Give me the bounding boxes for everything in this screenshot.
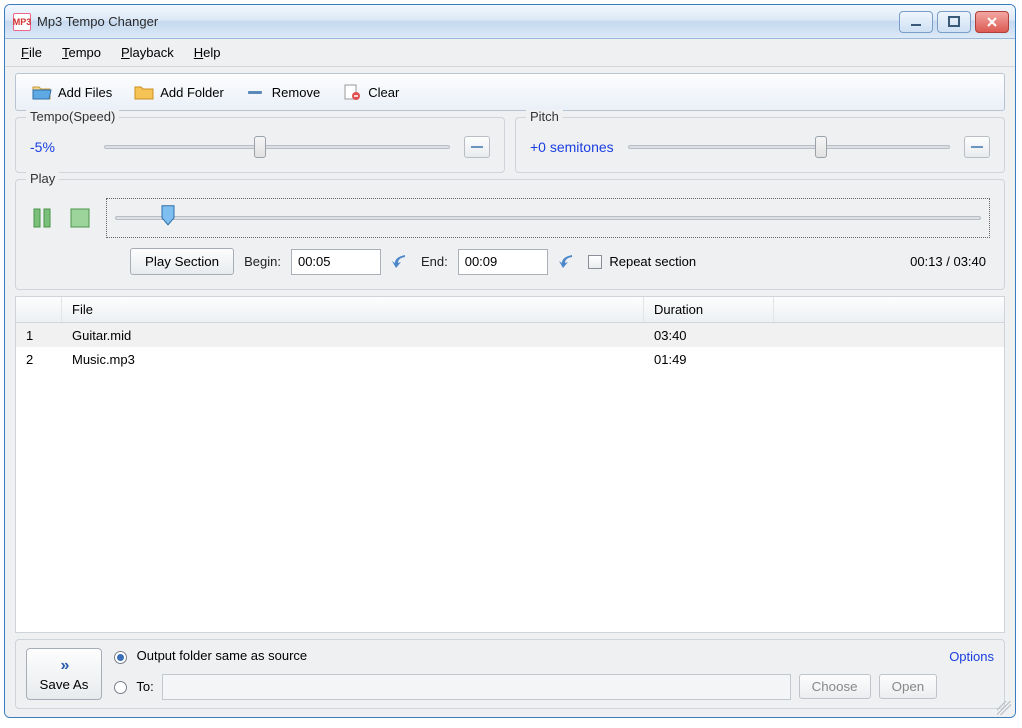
choose-button[interactable]: Choose [799,674,871,699]
time-status: 00:13 / 03:40 [910,254,990,269]
remove-button[interactable]: Remove [236,79,330,105]
tempo-group: Tempo(Speed) -5% [15,117,505,173]
radio-icon [114,681,127,694]
checkbox-icon [588,255,602,269]
toolbar: Add Files Add Folder Remove Clear [15,73,1005,111]
play-section-button[interactable]: Play Section [130,248,234,275]
pitch-group: Pitch +0 semitones [515,117,1005,173]
output-same-label: Output folder same as source [137,648,308,663]
tempo-legend: Tempo(Speed) [26,109,119,124]
table-row[interactable]: 2Music.mp301:49 [16,347,1004,371]
set-end-icon[interactable] [558,253,578,271]
output-same-radio[interactable]: Output folder same as source [114,648,307,663]
pitch-reset-button[interactable] [964,136,990,158]
pitch-slider-thumb[interactable] [815,136,827,158]
table-row[interactable]: 1Guitar.mid03:40 [16,323,1004,347]
repeat-label: Repeat section [609,254,696,269]
radio-icon [114,651,127,664]
add-files-label: Add Files [58,85,112,100]
close-button[interactable] [975,11,1009,33]
titlebar: MP3 Mp3 Tempo Changer [5,5,1015,39]
column-file[interactable]: File [62,297,644,322]
progress-slider[interactable] [106,198,990,238]
pitch-value: +0 semitones [530,139,614,155]
open-button[interactable]: Open [879,674,938,699]
repeat-section-checkbox[interactable]: Repeat section [588,254,696,270]
column-number[interactable] [16,297,62,322]
pitch-slider[interactable] [628,136,950,158]
clear-label: Clear [368,85,399,100]
tempo-slider[interactable] [104,136,450,158]
resize-grip[interactable] [997,701,1011,715]
minimize-button[interactable] [899,11,933,33]
menu-file[interactable]: File [13,42,50,63]
add-files-button[interactable]: Add Files [22,79,122,105]
progress-thumb[interactable] [160,205,176,227]
row-number: 1 [16,323,62,347]
menu-help[interactable]: Help [186,42,229,63]
folder-open-icon [32,83,52,101]
begin-label: Begin: [244,254,281,269]
app-window: MP3 Mp3 Tempo Changer File Tempo Playbac… [4,4,1016,718]
stop-icon[interactable] [68,206,92,230]
file-list-header: File Duration [16,297,1004,323]
menu-tempo[interactable]: Tempo [54,42,109,63]
options-link[interactable]: Options [949,649,994,664]
save-as-button[interactable]: » Save As [26,648,102,700]
tempo-slider-thumb[interactable] [254,136,266,158]
output-to-radio[interactable]: To: [114,679,154,694]
end-label: End: [421,254,448,269]
tempo-reset-button[interactable] [464,136,490,158]
pitch-legend: Pitch [526,109,563,124]
folder-icon [134,83,154,101]
pause-icon[interactable] [30,206,54,230]
menu-playback[interactable]: Playback [113,42,182,63]
output-to-label: To: [136,679,153,694]
save-as-label: Save As [40,677,89,692]
row-file: Guitar.mid [62,323,644,347]
menubar: File Tempo Playback Help [5,39,1015,67]
end-input[interactable] [458,249,548,275]
row-duration: 01:49 [644,347,774,371]
file-list: File Duration 1Guitar.mid03:402Music.mp3… [15,296,1005,633]
window-title: Mp3 Tempo Changer [37,14,158,29]
add-folder-button[interactable]: Add Folder [124,79,234,105]
add-folder-label: Add Folder [160,85,224,100]
set-begin-icon[interactable] [391,253,411,271]
play-group: Play Play Section Begi [15,179,1005,290]
app-icon: MP3 [13,13,31,31]
output-bar: » Save As Output folder same as source T… [15,639,1005,709]
clear-button[interactable]: Clear [332,79,409,105]
column-duration[interactable]: Duration [644,297,774,322]
begin-input[interactable] [291,249,381,275]
chevrons-right-icon: » [61,657,68,675]
output-path-input[interactable] [162,674,791,700]
remove-label: Remove [272,85,320,100]
minus-icon [246,83,266,101]
clear-icon [342,83,362,101]
row-number: 2 [16,347,62,371]
column-spacer [774,297,1004,322]
maximize-button[interactable] [937,11,971,33]
play-legend: Play [26,171,59,186]
tempo-value: -5% [30,139,90,155]
row-file: Music.mp3 [62,347,644,371]
row-duration: 03:40 [644,323,774,347]
